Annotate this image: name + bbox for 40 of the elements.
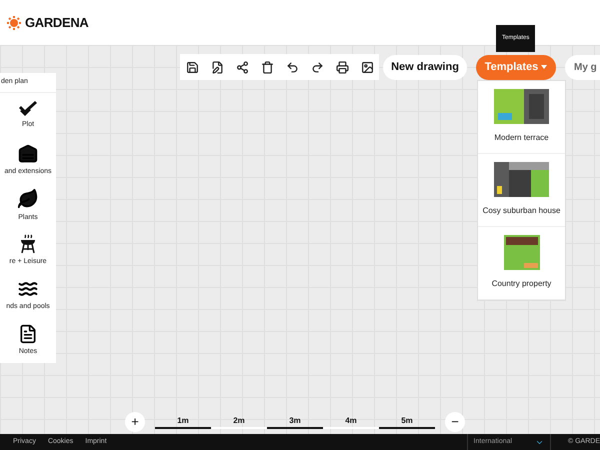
redo-icon [310, 60, 324, 74]
scale-label: 3m [289, 415, 301, 427]
waves-icon [18, 279, 38, 299]
template-name: Cosy suburban house [482, 205, 560, 217]
print-icon [336, 60, 348, 74]
template-item[interactable]: Cosy suburban house [478, 154, 565, 226]
scale-label: 4m [345, 415, 357, 427]
share-button[interactable] [234, 59, 250, 75]
image-icon [360, 60, 374, 74]
image-button[interactable] [359, 59, 375, 75]
template-name: Modern terrace [494, 132, 549, 144]
note-icon [18, 324, 38, 344]
plot-check-icon [18, 101, 38, 117]
scale-label: 1m [177, 415, 189, 427]
undo-icon [286, 60, 298, 74]
save-as-icon [210, 60, 224, 74]
grill-icon [20, 234, 36, 254]
trash-icon [260, 60, 274, 74]
zoom-out-button[interactable]: − [445, 412, 465, 432]
zoom-in-button[interactable]: + [125, 412, 145, 432]
caret-icon [541, 65, 548, 69]
template-item[interactable]: Modern terrace [478, 80, 565, 154]
template-item[interactable]: Country property [478, 226, 565, 300]
garden-plan-thumbnail [494, 89, 549, 124]
save-icon [186, 60, 198, 74]
print-button[interactable] [334, 59, 350, 75]
house-icon [18, 144, 38, 164]
garden-plan-thumbnail [494, 162, 549, 197]
template-name: Country property [492, 278, 552, 290]
scale-label: 2m [233, 415, 245, 427]
share-icon [236, 60, 248, 74]
save-button[interactable] [184, 59, 200, 75]
brand-logo-text: GARDENA [25, 14, 88, 32]
garden-plan-thumbnail [504, 235, 540, 270]
new-drawing-button[interactable]: New drawing [383, 54, 467, 80]
leaf-icon [17, 188, 39, 210]
scale-label: 5m [401, 415, 413, 427]
trash-button[interactable] [259, 59, 275, 75]
sun-logo-icon [6, 14, 22, 30]
my-gardens-button[interactable]: My g [565, 54, 600, 80]
